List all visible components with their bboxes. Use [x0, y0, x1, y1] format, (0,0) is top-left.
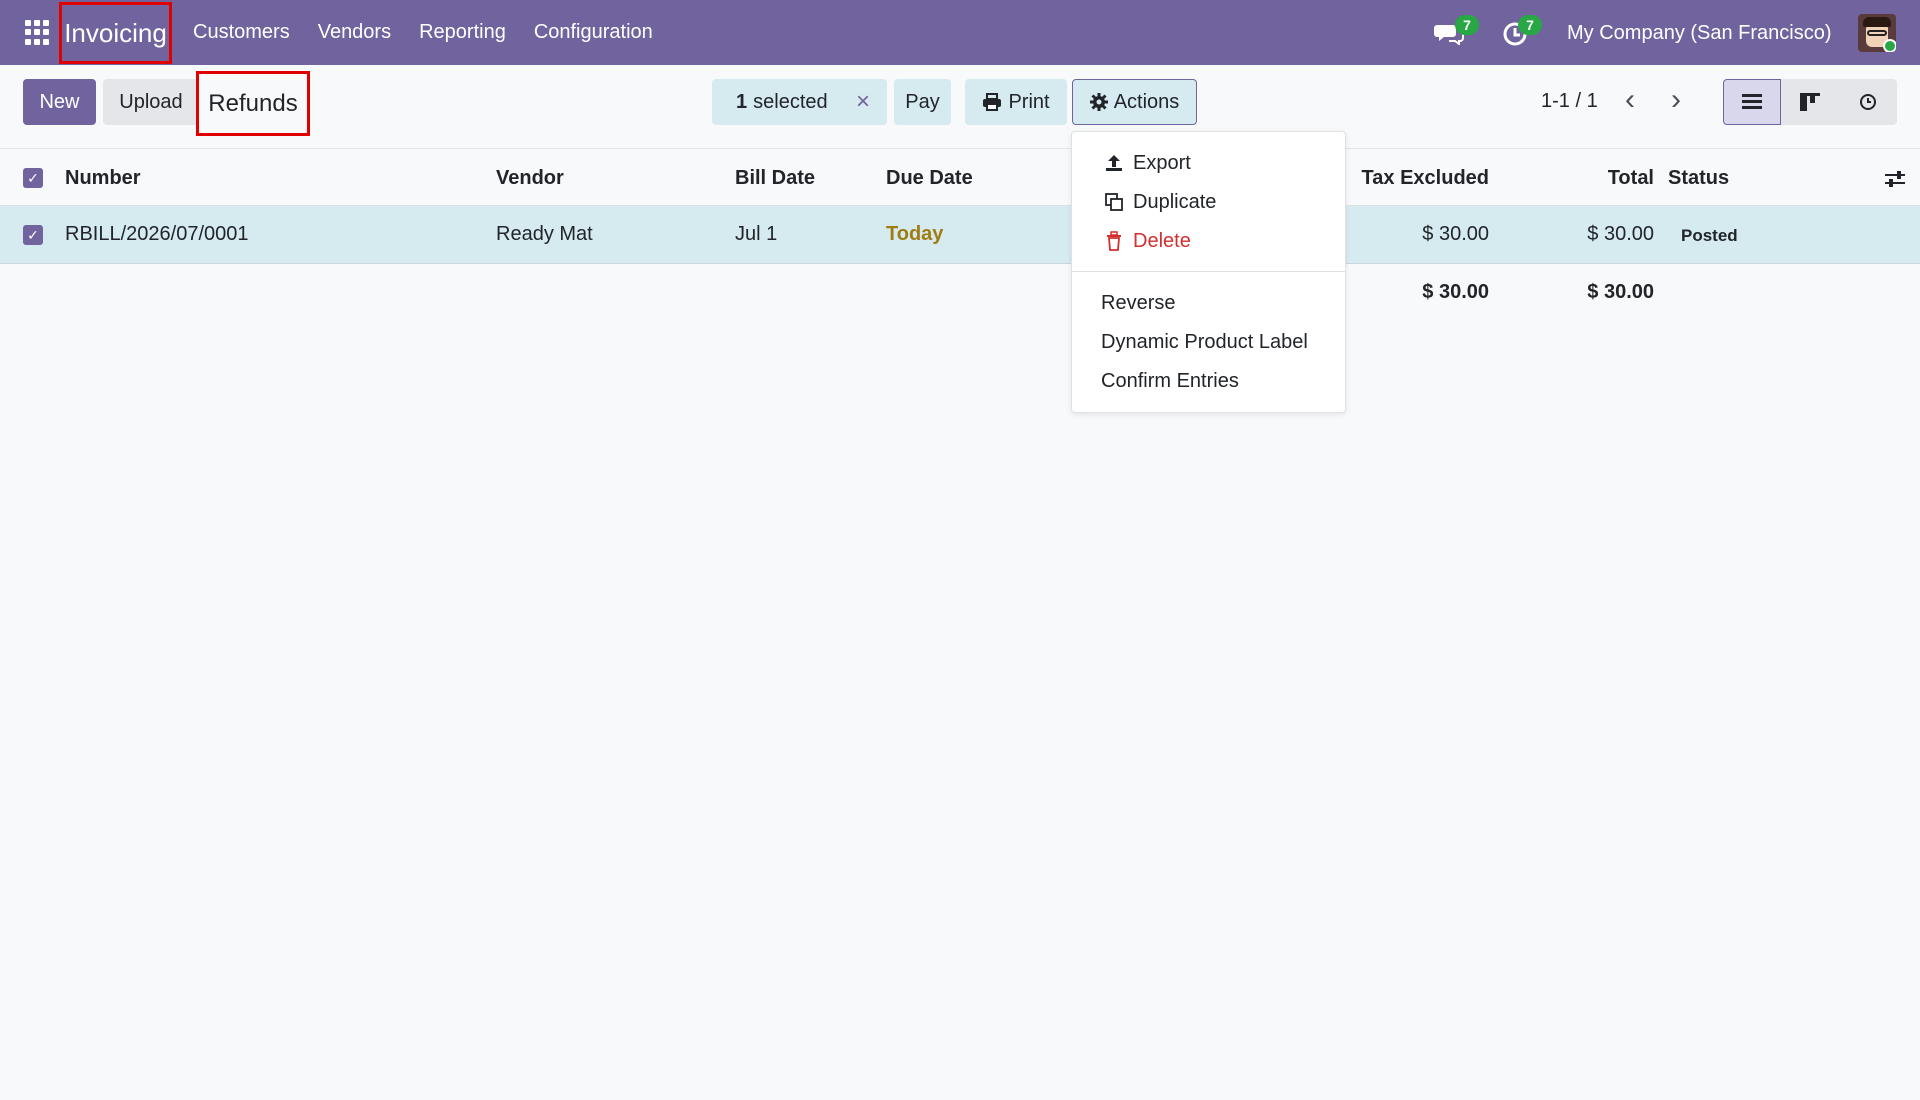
trash-icon: [1107, 231, 1121, 251]
kanban-view-button[interactable]: [1781, 79, 1839, 125]
activity-count-badge: 7: [1518, 15, 1542, 35]
clock-icon: [1860, 94, 1876, 110]
online-status-icon: [1883, 39, 1896, 52]
column-status[interactable]: Status: [1668, 167, 1729, 190]
select-all-checkbox[interactable]: ✓: [23, 168, 43, 188]
menu-customers[interactable]: Customers: [193, 21, 290, 44]
menu-reporting[interactable]: Reporting: [419, 21, 506, 44]
menu-configuration[interactable]: Configuration: [534, 21, 653, 44]
app-name[interactable]: Invoicing: [59, 2, 172, 64]
row-checkbox[interactable]: ✓: [23, 225, 43, 245]
chat-count-badge: 7: [1455, 15, 1479, 35]
company-switcher[interactable]: My Company (San Francisco): [1567, 22, 1832, 45]
selected-count: 1: [736, 90, 748, 113]
menu-divider: [1072, 271, 1345, 272]
actions-dropdown: Export Duplicate Delete Reverse Dynamic …: [1071, 131, 1346, 413]
menu-item-label: Confirm Entries: [1101, 369, 1239, 392]
top-navbar: Invoicing Customers Vendors Reporting Co…: [0, 0, 1920, 65]
menu-item-label: Delete: [1133, 229, 1191, 252]
printer-icon: [983, 93, 1002, 111]
clear-selection-close-icon[interactable]: ×: [852, 90, 874, 114]
list-header: ✓ Number Vendor Bill Date Due Date Tax E…: [0, 148, 1920, 206]
menu-item-reverse[interactable]: Reverse: [1072, 285, 1345, 321]
pay-button[interactable]: Pay: [894, 79, 951, 125]
optional-columns-sliders-icon[interactable]: [1884, 169, 1906, 189]
cell-bill-date: Jul 1: [735, 223, 778, 245]
selection-indicator: 1 selected ×: [712, 79, 887, 125]
kanban-view-icon: [1800, 93, 1820, 111]
apps-menu-icon[interactable]: [25, 20, 50, 45]
column-number[interactable]: Number: [65, 167, 141, 190]
menu-item-dynamic-product-label[interactable]: Dynamic Product Label: [1072, 324, 1345, 360]
upload-icon: [1106, 155, 1122, 171]
menu-item-label: Reverse: [1101, 291, 1176, 314]
page-title: Refunds: [196, 71, 310, 136]
menu-item-duplicate[interactable]: Duplicate: [1072, 184, 1345, 220]
menu-item-label: Export: [1133, 151, 1191, 174]
column-total[interactable]: Total: [1608, 167, 1654, 190]
cell-number: RBILL/2026/07/0001: [65, 223, 249, 245]
user-avatar[interactable]: [1858, 14, 1896, 52]
chevron-left-icon[interactable]: ‹: [1617, 85, 1643, 116]
actions-button[interactable]: Actions: [1072, 79, 1197, 125]
column-vendor[interactable]: Vendor: [496, 167, 564, 190]
cell-total: $ 30.00: [1587, 223, 1654, 245]
pager-value[interactable]: 1-1 / 1: [1541, 90, 1598, 113]
copy-icon: [1105, 193, 1123, 211]
view-switcher: [1723, 79, 1898, 125]
chevron-right-icon[interactable]: ›: [1663, 85, 1689, 116]
list-view-icon: [1742, 94, 1762, 109]
gear-icon: [1089, 93, 1108, 111]
menu-item-confirm-entries[interactable]: Confirm Entries: [1072, 363, 1345, 399]
totals-row: $ 30.00 $ 30.00: [0, 264, 1920, 322]
cell-tax-excluded: $ 30.00: [1422, 223, 1489, 245]
status-badge: Posted: [1681, 226, 1738, 245]
main-menu: Customers Vendors Reporting Configuratio…: [193, 0, 681, 65]
menu-item-delete[interactable]: Delete: [1072, 223, 1345, 259]
menu-item-export[interactable]: Export: [1072, 145, 1345, 181]
print-label: Print: [1008, 90, 1050, 113]
column-bill-date[interactable]: Bill Date: [735, 167, 815, 190]
actions-label: Actions: [1113, 90, 1180, 113]
total-amount: $ 30.00: [1587, 281, 1654, 303]
print-button[interactable]: Print: [965, 79, 1067, 125]
menu-item-label: Duplicate: [1133, 190, 1217, 213]
column-tax-excluded[interactable]: Tax Excluded: [1362, 167, 1489, 190]
selected-label: selected: [753, 90, 828, 113]
total-tax-excluded: $ 30.00: [1422, 281, 1489, 303]
cell-vendor: Ready Mat: [496, 223, 593, 245]
new-button[interactable]: New: [23, 79, 96, 125]
menu-vendors[interactable]: Vendors: [318, 21, 391, 44]
upload-button[interactable]: Upload: [103, 79, 199, 125]
table-row[interactable]: ✓ RBILL/2026/07/0001 Ready Mat Jul 1 Tod…: [0, 206, 1920, 264]
menu-item-label: Dynamic Product Label: [1101, 330, 1308, 353]
list-view-button[interactable]: [1723, 79, 1781, 125]
column-due-date[interactable]: Due Date: [886, 167, 973, 190]
cell-due-date: Today: [886, 223, 944, 245]
activity-view-button[interactable]: [1839, 79, 1897, 125]
